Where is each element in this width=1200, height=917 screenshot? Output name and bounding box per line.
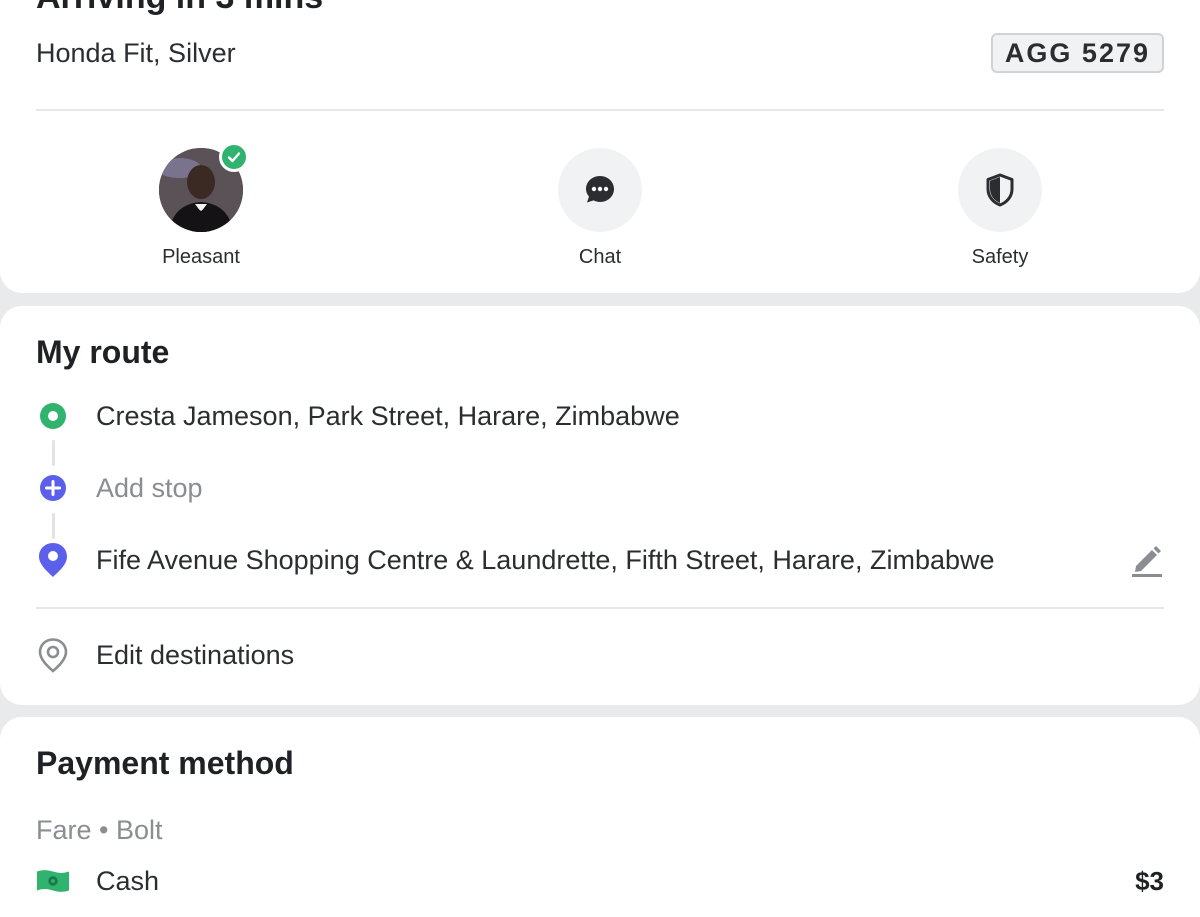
destination-row[interactable]: Fife Avenue Shopping Centre & Laundrette… (36, 540, 1164, 580)
chat-circle[interactable] (558, 148, 642, 232)
car-description: Honda Fit, Silver (36, 38, 236, 68)
payment-method-label: Cash (96, 865, 160, 896)
pickup-address: Cresta Jameson, Park Street, Harare, Zim… (96, 400, 680, 431)
add-stop-label: Add stop (96, 472, 203, 503)
payment-title: Payment method (36, 745, 294, 781)
divider (36, 109, 1164, 111)
license-plate: AGG 5279 (990, 33, 1164, 73)
fare-line: Fare • Bolt (36, 815, 163, 845)
driver-profile-button[interactable]: Pleasant (121, 142, 281, 269)
route-title: My route (36, 334, 170, 370)
safety-label: Safety (971, 246, 1029, 268)
chat-label: Chat (578, 246, 622, 268)
add-stop-icon (36, 471, 70, 505)
add-stop-row[interactable]: Add stop (36, 468, 1164, 508)
route-connector (52, 513, 55, 539)
destination-address: Fife Avenue Shopping Centre & Laundrette… (96, 544, 995, 575)
shield-icon (986, 173, 1014, 207)
divider (36, 607, 1164, 609)
pickup-dot-icon (36, 399, 70, 433)
cash-payment-row[interactable]: Cash $3 (36, 863, 1164, 899)
driver-card: Arriving in 3 mins Honda Fit, Silver AGG… (0, 0, 1200, 293)
edit-destinations-label: Edit destinations (96, 639, 295, 670)
chat-button[interactable]: Chat (520, 148, 680, 269)
destination-pin-icon (36, 543, 70, 577)
arriving-title: Arriving in 3 mins (36, 0, 323, 17)
safety-circle[interactable] (958, 148, 1042, 232)
driver-name: Pleasant (162, 246, 240, 268)
fare-amount: $3 (1135, 865, 1164, 896)
verified-badge-icon (219, 142, 249, 172)
safety-button[interactable]: Safety (920, 148, 1080, 269)
payment-card: Payment method Fare • Bolt Cash $3 (0, 717, 1200, 917)
edit-destinations-row[interactable]: Edit destinations (36, 635, 1164, 675)
location-outline-icon (36, 638, 70, 673)
route-connector (52, 440, 55, 466)
edit-pencil-icon[interactable] (1130, 542, 1164, 583)
chat-bubble-icon (586, 176, 614, 203)
route-card: My route Cresta Jameson, Park Street, Ha… (0, 306, 1200, 705)
driver-avatar-wrapper[interactable] (159, 142, 249, 232)
pickup-row[interactable]: Cresta Jameson, Park Street, Harare, Zim… (36, 396, 1164, 436)
cash-icon (36, 867, 70, 895)
